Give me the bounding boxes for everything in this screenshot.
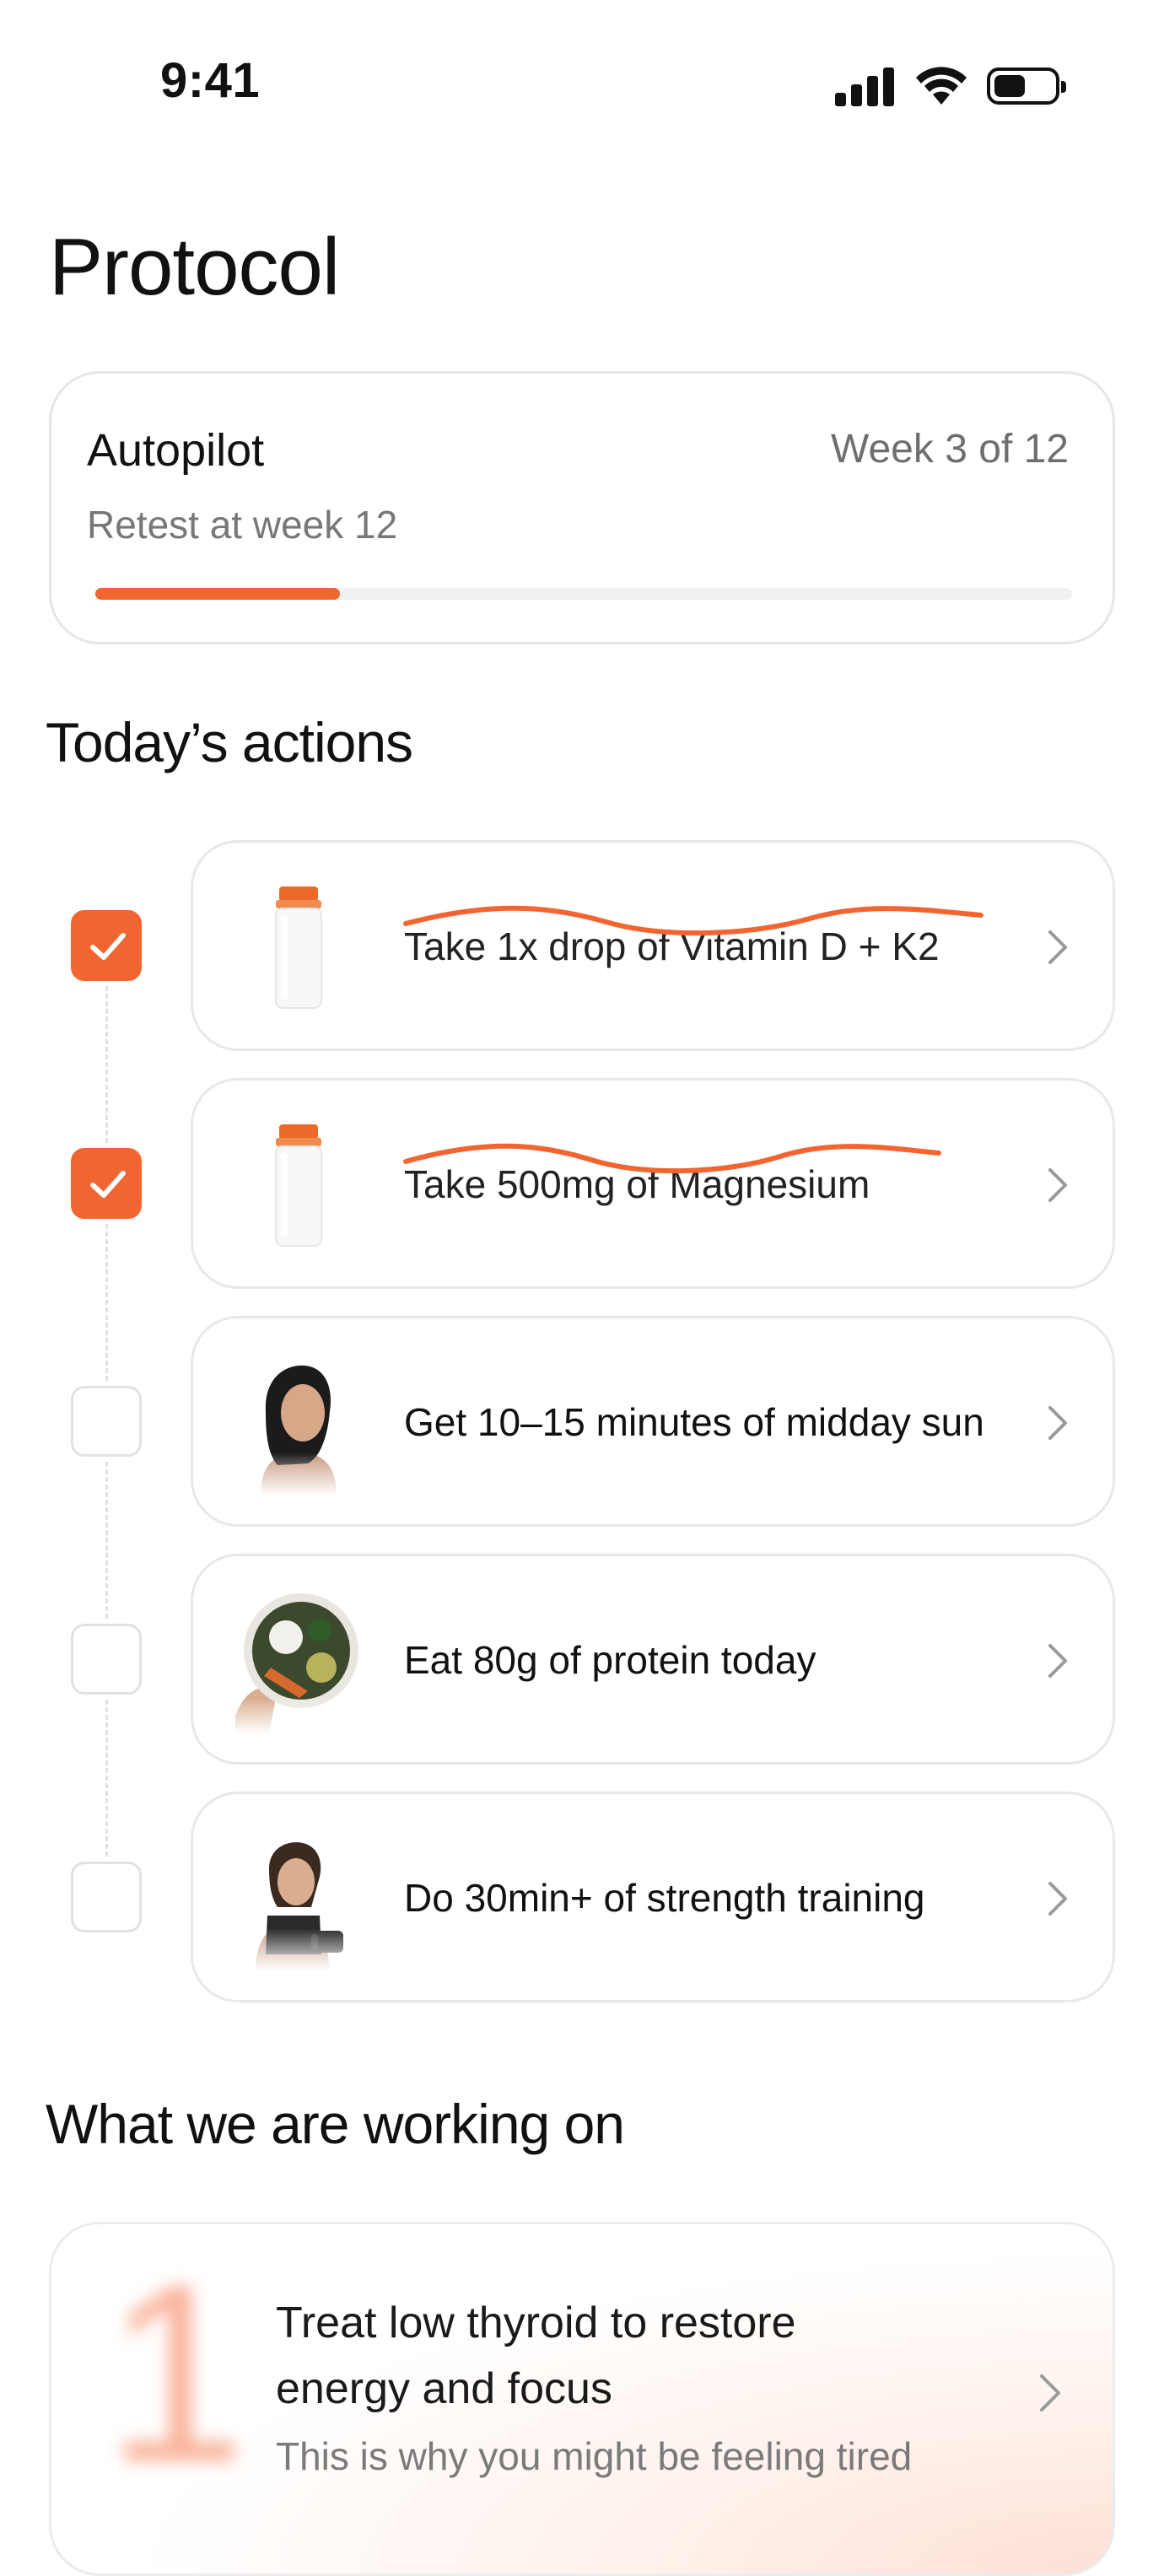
wifi-icon — [916, 67, 967, 105]
action-card[interactable]: Take 500mg of Magnesium — [191, 1078, 1115, 1289]
timeline-connector — [105, 1224, 108, 1381]
todays-actions-title: Today’s actions — [46, 711, 413, 773]
action-checkbox[interactable] — [71, 1862, 142, 1932]
timeline-connector — [105, 986, 108, 1143]
autopilot-progress-fill — [95, 588, 340, 600]
checkmark-icon — [90, 1171, 126, 1198]
action-checkbox[interactable] — [71, 1148, 142, 1219]
chevron-right-icon — [1048, 1406, 1067, 1440]
status-time: 9:41 — [160, 53, 261, 108]
autopilot-subtitle: Retest at week 12 — [87, 503, 398, 547]
completed-strikethrough — [403, 1143, 941, 1174]
timeline-connector — [105, 1700, 108, 1857]
supplement-bottle-image — [227, 1114, 370, 1258]
action-card[interactable]: Take 1x drop of Vitamin D + K2 — [191, 840, 1115, 1051]
action-checkbox[interactable] — [71, 910, 142, 981]
chevron-right-icon — [1048, 1882, 1067, 1916]
woman-portrait-image — [227, 1352, 370, 1495]
woman-dumbbell-image — [227, 1828, 370, 1971]
chevron-right-icon — [1048, 1644, 1067, 1678]
autopilot-progress-bar — [95, 588, 1072, 600]
timeline-connector — [105, 1462, 108, 1619]
working-on-card[interactable]: 1 Treat low thyroid to restore energy an… — [49, 2222, 1115, 2576]
action-label: Do 30min+ of strength training — [404, 1876, 925, 1920]
supplement-bottle-image — [227, 876, 370, 1020]
action-label: Eat 80g of protein today — [404, 1638, 816, 1682]
protein-bowl-image — [227, 1590, 370, 1733]
action-card[interactable]: Get 10–15 minutes of midday sun — [191, 1316, 1115, 1527]
cellular-signal-icon — [835, 66, 896, 106]
autopilot-card[interactable]: Autopilot Week 3 of 12 Retest at week 12 — [49, 371, 1115, 644]
completed-strikethrough — [403, 905, 983, 936]
action-checkbox[interactable] — [71, 1624, 142, 1695]
working-on-item-title: Treat low thyroid to restore energy and … — [276, 2298, 796, 2413]
action-label: Get 10–15 minutes of midday sun — [404, 1400, 984, 1444]
priority-number: 1 — [105, 2231, 246, 2514]
action-card[interactable]: Do 30min+ of strength training — [191, 1792, 1115, 2002]
page-title: Protocol — [49, 222, 340, 312]
working-on-title: What we are working on — [46, 2093, 625, 2155]
chevron-right-icon — [1048, 930, 1067, 964]
autopilot-week: Week 3 of 12 — [831, 427, 1069, 472]
action-checkbox[interactable] — [71, 1386, 142, 1457]
checkmark-icon — [90, 933, 126, 960]
action-card[interactable]: Eat 80g of protein today — [191, 1554, 1115, 1765]
status-bar: 9:41 — [0, 0, 1164, 108]
working-on-item-subtitle: This is why you might be feeling tired — [276, 2434, 913, 2478]
chevron-right-icon — [1040, 2374, 1060, 2412]
chevron-right-icon — [1048, 1168, 1067, 1202]
autopilot-title: Autopilot — [87, 425, 265, 476]
battery-icon — [987, 67, 1066, 105]
